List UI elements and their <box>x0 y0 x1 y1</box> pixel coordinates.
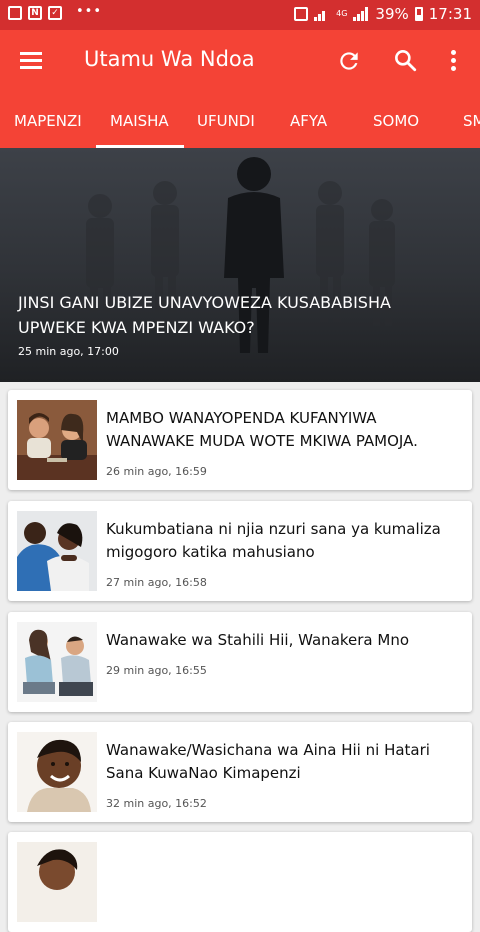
article-thumbnail <box>17 400 97 480</box>
refresh-icon[interactable] <box>336 48 362 74</box>
article-card[interactable]: MAMBO WANAYOPENDA KUFANYIWA WANAWAKE MUD… <box>8 390 472 490</box>
article-card[interactable] <box>8 832 472 932</box>
article-card[interactable]: Wanawake wa Stahili Hii, Wanakera Mno 29… <box>8 612 472 712</box>
nfc-icon <box>294 7 309 21</box>
wifi-signal-icon <box>314 7 330 21</box>
tab-maisha[interactable]: Maisha <box>110 92 169 148</box>
article-thumbnail <box>17 622 97 702</box>
overflow-menu-icon[interactable] <box>444 47 464 75</box>
article-time: 27 min ago, 16:58 <box>106 576 207 589</box>
article-title: Kukumbatiana ni njia nzuri sana ya kumal… <box>106 520 441 561</box>
tab-ufundi[interactable]: Ufundi <box>197 92 255 148</box>
article-title: MAMBO WANAYOPENDA KUFANYIWA WANAWAKE MUD… <box>106 409 418 450</box>
featured-article[interactable]: Jinsi gani ubize unavyoweza kusababisha … <box>0 148 480 382</box>
gallery-notification-icon <box>8 6 22 20</box>
article-thumbnail <box>17 511 97 591</box>
article-card[interactable]: Wanawake/Wasichana wa Aina Hii ni Hatari… <box>8 722 472 822</box>
article-thumbnail <box>17 842 97 922</box>
notification-icons: N ✓ ••• <box>8 3 103 20</box>
article-title: Wanawake wa Stahili Hii, Wanakera Mno <box>106 631 410 649</box>
check-notification-icon: ✓ <box>48 6 62 20</box>
cell-signal-icon <box>353 7 369 21</box>
article-card[interactable]: Kukumbatiana ni njia nzuri sana ya kumal… <box>8 501 472 601</box>
article-time: 29 min ago, 16:55 <box>106 664 207 677</box>
tab-sm[interactable]: Sm <box>463 92 480 148</box>
article-time: 32 min ago, 16:52 <box>106 797 207 810</box>
tab-somo[interactable]: Somo <box>373 92 419 148</box>
battery-icon <box>414 7 423 21</box>
more-notifications-icon: ••• <box>76 3 103 19</box>
featured-article-time: 25 min ago, 17:00 <box>18 345 119 358</box>
article-title: Wanawake/Wasichana wa Aina Hii ni Hatari… <box>106 741 430 782</box>
tab-mapenzi[interactable]: Mapenzi <box>14 92 82 148</box>
featured-article-title: Jinsi gani ubize unavyoweza kusababisha … <box>18 293 391 337</box>
tab-afya[interactable]: Afya <box>290 92 327 148</box>
category-tabs: Mapenzi Maisha Ufundi Afya Somo Sm <box>0 92 480 148</box>
app-title: Utamu Wa Ndoa <box>84 47 255 71</box>
clock: 17:31 <box>428 5 472 23</box>
article-time: 26 min ago, 16:59 <box>106 465 207 478</box>
search-icon[interactable] <box>392 47 418 73</box>
status-bar: N ✓ ••• 4G 39% 17:31 <box>0 0 480 30</box>
battery-percentage: 39% <box>375 5 409 23</box>
article-thumbnail <box>17 732 97 812</box>
news-notification-icon: N <box>28 6 42 20</box>
network-type: 4G <box>336 9 348 18</box>
app-bar: Utamu Wa Ndoa <box>0 30 480 92</box>
hamburger-menu-icon[interactable] <box>18 48 44 74</box>
